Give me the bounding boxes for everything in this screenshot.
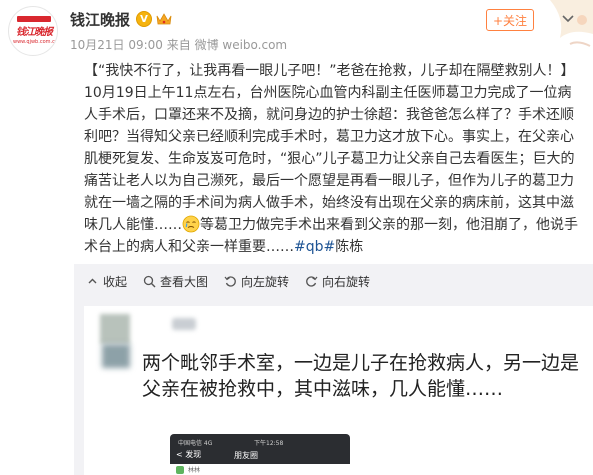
post-header: 钱江晚报 www.qjwb.com.cn 钱江晚报 V 10月21日 09:00…	[0, 0, 593, 62]
post-author: 陈栋	[335, 239, 364, 255]
logo-text: 钱江晚报	[16, 27, 53, 38]
collapse-icon	[88, 278, 97, 283]
rotate-right-label: 向右旋转	[322, 274, 371, 289]
verified-badge-icon: V	[136, 11, 153, 27]
logo-url: www.qjwb.com.cn	[13, 39, 58, 45]
phone-time: 下午12:58	[254, 440, 284, 447]
collapse-label: 收起	[103, 274, 128, 289]
view-large-label: 查看大图	[160, 274, 209, 289]
rotate-left-label: 向左旋转	[241, 274, 290, 289]
phone-title: 朋友圈	[234, 451, 258, 460]
phone-back: < 发现	[176, 450, 202, 459]
blurred-photo	[102, 344, 130, 368]
account-name[interactable]: 钱江晚报	[70, 9, 130, 30]
tearful-face-emoji-icon	[182, 215, 200, 233]
rotate-right-icon	[306, 275, 318, 287]
screenshot-caption: 两个毗邻手术室，一边是儿子在抢救病人，另一边是父亲在被抢救中，其中滋味，几人能懂…	[142, 352, 580, 400]
post-body-part1: 10月19日上午11点左右，台州医院心血管内科副主任医师葛卫力完成了一位病人手术…	[84, 85, 575, 233]
chevron-down-icon	[562, 15, 574, 23]
rotate-left-icon	[224, 275, 236, 287]
hashtag-link[interactable]: #qb#	[294, 239, 335, 255]
view-large-button[interactable]: 查看大图	[143, 273, 208, 290]
rotate-right-button[interactable]: 向右旋转	[305, 273, 370, 290]
post-body: 10月19日上午11点左右，台州医院心血管内科副主任医师葛卫力完成了一位病人手术…	[84, 82, 584, 258]
blurred-avatar	[100, 314, 130, 344]
phone-row-label: 林林	[188, 467, 201, 474]
expanded-image[interactable]: 两个毗邻手术室，一边是儿子在抢救病人，另一边是父亲在被抢救中，其中滋味，几人能懂…	[74, 298, 593, 475]
post-meta: 10月21日 09:00 来自 微博 weibo.com	[70, 38, 288, 52]
phone-screenshot: 中国电信 4G 下午12:58 < 发现 朋友圈 林林	[170, 434, 350, 475]
blurred-username	[172, 318, 196, 330]
follow-button[interactable]: +关注	[486, 9, 534, 31]
crown-icon	[156, 13, 172, 25]
phone-list-row: 林林	[170, 464, 350, 475]
post-text: 【“我快不行了，让我再看一眼儿子吧！”老爸在抢救，儿子却在隔壁救别人！】 10月…	[84, 60, 584, 258]
magnifier-icon	[143, 275, 156, 287]
moments-screenshot: 两个毗邻手术室，一边是儿子在抢救病人，另一边是父亲在被抢救中，其中滋味，几人能懂…	[84, 306, 593, 475]
name-row: 钱江晚报 V	[70, 8, 172, 30]
image-toolbar: 收起 查看大图 向左旋转 向右旋转	[74, 264, 593, 298]
post-headline: 【“我快不行了，让我再看一眼儿子吧！”老爸在抢救，儿子却在隔壁救别人！】	[84, 63, 575, 79]
account-avatar[interactable]: 钱江晚报 www.qjwb.com.cn	[8, 6, 58, 56]
collapse-button[interactable]: 收起	[86, 273, 127, 290]
logo-bar	[17, 16, 51, 22]
more-options-button[interactable]	[556, 7, 580, 31]
contact-icon	[176, 466, 184, 474]
rotate-left-button[interactable]: 向左旋转	[224, 273, 289, 290]
phone-status: 中国电信 4G	[178, 440, 213, 447]
